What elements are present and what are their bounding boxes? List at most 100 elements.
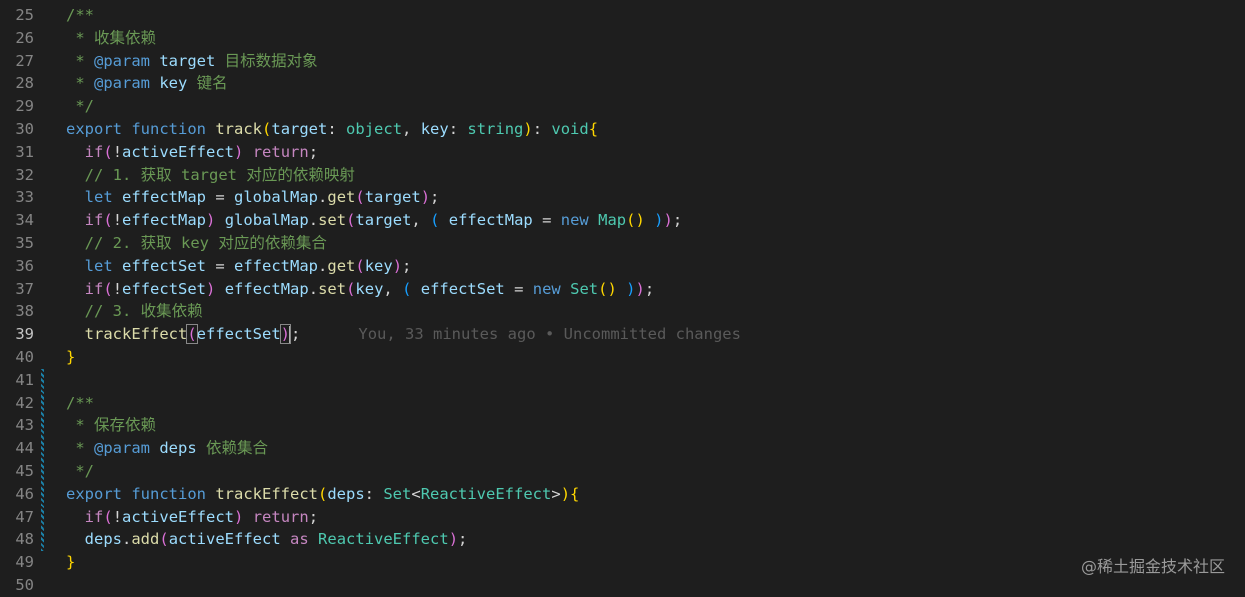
code-content: deps.add(activeEffect as ReactiveEffect)…: [66, 528, 468, 551]
code-token: <: [411, 484, 421, 503]
code-token: effectMap: [122, 211, 207, 230]
code-token: @param: [94, 51, 150, 70]
code-line[interactable]: 27 * @param target 目标数据对象: [0, 50, 1245, 73]
code-token: function: [131, 484, 206, 503]
code-token: {: [588, 119, 599, 138]
code-token: ;: [430, 188, 440, 207]
code-line[interactable]: 37 if(!effectSet) effectMap.set(key, ( e…: [0, 278, 1245, 301]
code-line[interactable]: 35 // 2. 获取 key 对应的依赖集合: [0, 232, 1245, 255]
code-token: /**: [66, 393, 94, 412]
code-token: (: [103, 279, 113, 298]
code-token: */: [66, 461, 94, 480]
code-line[interactable]: 26 * 收集依赖: [0, 27, 1245, 50]
line-number: 42: [15, 393, 34, 412]
code-line[interactable]: 28 * @param key 键名: [0, 72, 1245, 95]
git-change-marker: [41, 505, 44, 529]
code-line[interactable]: 32 // 1. 获取 target 对应的依赖映射: [0, 164, 1245, 187]
code-line[interactable]: 45 */: [0, 459, 1245, 483]
code-line[interactable]: 31 if(!activeEffect) return;: [0, 141, 1245, 164]
line-number: 29: [15, 97, 34, 116]
code-token: set: [318, 211, 347, 230]
code-token: key: [420, 119, 449, 138]
code-token: trackEffect: [84, 325, 188, 344]
code-token: get: [327, 256, 356, 275]
code-token: ;: [291, 325, 301, 344]
git-change-marker: [41, 368, 44, 392]
code-token: activeEffect: [122, 142, 235, 161]
code-line[interactable]: 48 deps.add(activeEffect as ReactiveEffe…: [0, 528, 1245, 552]
code-content: // 3. 收集依赖: [66, 300, 203, 323]
code-line[interactable]: 25 /**: [0, 4, 1245, 27]
line-number: 45: [15, 461, 34, 480]
code-token: ): [448, 530, 459, 549]
code-token: if: [84, 211, 104, 230]
line-number: 40: [15, 347, 34, 366]
code-line[interactable]: 33 let effectMap = globalMap.get(target)…: [0, 186, 1245, 209]
code-token: key: [355, 279, 384, 298]
code-token: return: [252, 507, 309, 526]
code-token: ;: [308, 142, 319, 161]
code-token: ): [635, 279, 645, 298]
line-number: 28: [15, 74, 34, 93]
code-line[interactable]: 47 if(!activeEffect) return;: [0, 505, 1245, 529]
code-line[interactable]: 42 /**: [0, 391, 1245, 415]
line-number: 26: [15, 28, 34, 47]
code-token: ;: [308, 507, 319, 526]
code-token: =: [532, 211, 561, 230]
code-token: 键名: [187, 74, 228, 93]
code-token: activeEffect: [168, 530, 281, 549]
code-content: // 2. 获取 key 对应的依赖集合: [66, 232, 327, 255]
code-token: ): [392, 256, 403, 275]
code-token: /**: [66, 6, 94, 24]
code-token: :: [532, 119, 552, 138]
code-content: let effectSet = effectMap.get(key);: [66, 255, 412, 278]
code-line[interactable]: 39 trackEffect(effectSet); You, 33 minute…: [0, 323, 1245, 346]
code-content: }: [66, 551, 75, 574]
code-line[interactable]: 40}: [0, 346, 1245, 369]
git-change-marker: [41, 528, 44, 552]
code-line[interactable]: 46 export function trackEffect(deps: Set<…: [0, 482, 1245, 506]
code-token: ): [523, 119, 533, 138]
code-token: ReactiveEffect: [420, 484, 552, 503]
code-line[interactable]: 43 * 保存依赖: [0, 414, 1245, 438]
code-line[interactable]: 44 * @param deps 依赖集合: [0, 437, 1245, 460]
code-token: 目标数据对象: [215, 51, 318, 70]
code-token: effectSet: [122, 279, 207, 298]
code-token: if: [84, 279, 104, 298]
code-token: :: [364, 484, 384, 503]
code-token: object: [346, 119, 403, 138]
code-token: ): [234, 142, 244, 161]
code-token: trackEffect: [215, 484, 318, 503]
code-token: deps: [84, 530, 122, 549]
code-token: }: [66, 347, 76, 366]
code-line[interactable]: 30 export function track(target: object, …: [0, 118, 1245, 141]
code-line[interactable]: 29 */: [0, 95, 1245, 118]
code-line[interactable]: 38 // 3. 收集依赖: [0, 300, 1245, 323]
code-token: // 1. 获取 target 对应的依赖映射: [84, 165, 355, 184]
line-number: 37: [15, 279, 34, 298]
code-token: ;: [644, 279, 655, 298]
code-token: globalMap: [234, 188, 319, 207]
code-token: .: [318, 188, 328, 207]
code-line[interactable]: 41: [0, 368, 1245, 392]
code-token: Map: [598, 211, 627, 230]
code-line[interactable]: 34 if(!effectMap) globalMap.set(target, …: [0, 209, 1245, 232]
code-token: effectMap: [224, 279, 309, 298]
code-line[interactable]: 50: [0, 574, 1245, 597]
code-token: Set: [383, 484, 412, 503]
code-editor[interactable]: 25/** 26 * 收集依赖 27 * @param target 目标数据对象 2…: [0, 4, 1245, 597]
code-line[interactable]: 49}: [0, 551, 1245, 574]
code-line[interactable]: 36 let effectSet = effectMap.get(key);: [0, 255, 1245, 278]
